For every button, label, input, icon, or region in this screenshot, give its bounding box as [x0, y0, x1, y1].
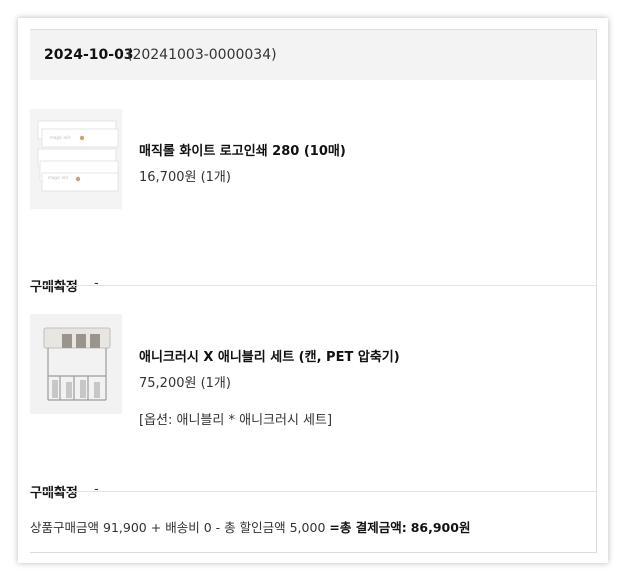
divider: [30, 491, 596, 492]
minus-sign: -: [215, 520, 221, 535]
order-number: (20241003-0000034): [127, 47, 277, 63]
goods-amount-label: 상품구매금액: [30, 520, 100, 535]
discount-label: 총 할인금액: [224, 520, 286, 535]
product-price: 75,200원 (1개): [139, 376, 231, 391]
svg-text:magic roll: magic roll: [48, 175, 68, 180]
payment-summary: 상품구매금액 91,900 + 배송비 0 - 총 할인금액 5,000 =총 …: [30, 517, 470, 536]
total-amount: 86,900원: [410, 520, 471, 535]
shipping-amount: 0: [203, 520, 212, 535]
paper-roll-pack-icon: magic roll magic roll: [30, 109, 122, 209]
svg-text:magic roll: magic roll: [50, 135, 70, 140]
product-thumbnail[interactable]: magic roll magic roll: [30, 109, 122, 209]
product-name[interactable]: 매직롤 화이트 로고인쇄 280 (10매): [139, 140, 346, 159]
product-price: 16,700원 (1개): [139, 170, 231, 185]
order-item: 애니크러시 X 애니블리 세트 (캔, PET 압축기) 75,200원 (1개…: [30, 286, 596, 501]
discount-amount: 5,000: [289, 520, 326, 535]
equals-sign: =: [329, 520, 340, 535]
order-date[interactable]: 2024-10-03: [44, 30, 134, 80]
product-name[interactable]: 애니크러시 X 애니블리 세트 (캔, PET 압축기): [139, 346, 400, 365]
goods-amount: 91,900: [103, 520, 147, 535]
order-card: 2024-10-03 (20241003-0000034) magic roll…: [30, 29, 597, 553]
order-header: 2024-10-03 (20241003-0000034): [30, 30, 596, 80]
plus-sign: +: [150, 520, 162, 535]
compactor-rack-icon: [30, 314, 122, 414]
product-thumbnail[interactable]: [30, 314, 122, 414]
shipping-label: 배송비: [165, 520, 200, 535]
product-option: [옵션: 애니블리 * 애니크러시 세트]: [139, 413, 333, 428]
total-label: 총 결제금액:: [339, 520, 407, 535]
status-value: -: [94, 482, 99, 497]
order-item: magic roll magic roll 매직롤 화이트 로고인쇄 280 (…: [30, 80, 596, 295]
